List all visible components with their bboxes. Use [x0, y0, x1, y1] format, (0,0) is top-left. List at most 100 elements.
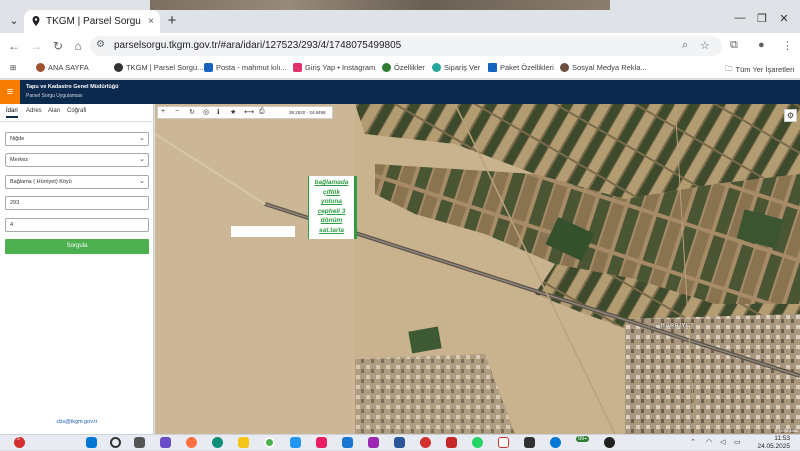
people-icon	[432, 63, 441, 72]
app-icon[interactable]	[316, 437, 327, 448]
reload-icon[interactable]: ↻	[50, 38, 66, 54]
zoom-in-icon[interactable]: +	[161, 108, 165, 115]
taskbar: 5 99+ ⌃ ◠ ◁ ▭ 11:53 24.05.2025	[0, 434, 800, 450]
minimize-icon[interactable]: —	[730, 12, 750, 24]
note-line: yoluna	[321, 198, 342, 205]
volume-icon[interactable]: ◁	[720, 438, 725, 446]
tab-adres[interactable]: Adres	[26, 108, 42, 114]
new-tab-button[interactable]: +	[165, 13, 179, 29]
bookmark-6[interactable]: Paket Özellikleri	[488, 63, 554, 72]
restore-icon[interactable]: ❐	[752, 12, 772, 25]
chevron-up-icon[interactable]: ⌃	[690, 438, 696, 446]
folder-icon: 🗀	[725, 64, 733, 73]
measure-icon[interactable]: ⟷	[244, 108, 254, 116]
zoom-icon[interactable]: ⌕	[682, 39, 688, 52]
map-view[interactable]: + − ↻ ◎ ℹ ★ ⟷ ⎙ 38.2520 - 34.8498 ⚙ bağl…	[155, 104, 800, 434]
bookmark-2[interactable]: Posta - mahmut kılı...	[204, 63, 287, 72]
province-value: Niğde	[10, 136, 25, 142]
bookmark-label: Posta - mahmut kılı...	[216, 63, 287, 72]
forward-icon[interactable]: →	[28, 38, 44, 54]
windows-start-icon[interactable]	[86, 437, 97, 448]
district-select[interactable]: Merkez ⌄	[5, 153, 149, 167]
province-select[interactable]: Niğde ⌄	[5, 132, 149, 146]
clock[interactable]: 11:53 24.05.2025	[757, 435, 790, 451]
teams-icon[interactable]	[550, 437, 561, 448]
search-icon[interactable]	[110, 437, 121, 448]
tab-close-icon[interactable]: ×	[148, 10, 154, 33]
neighborhood-select[interactable]: Bağlama ( Hürriyet) Köyü ⌄	[5, 175, 149, 189]
copilot-icon[interactable]	[160, 437, 171, 448]
hamburger-menu-icon[interactable]: ≡	[0, 80, 20, 104]
district-value: Merkez	[10, 157, 29, 163]
tab-cografi[interactable]: Coğrafi	[67, 108, 86, 114]
all-bookmarks[interactable]: 🗀 Tüm Yer İşaretleri	[725, 63, 794, 76]
query-panel: İdari Adres Alan Coğrafi Niğde ⌄ Merkez …	[0, 104, 154, 434]
app-icon[interactable]	[368, 437, 379, 448]
task-view-icon[interactable]	[134, 437, 145, 448]
address-bar[interactable]: ⚙ parselsorgu.tkgm.gov.tr/#ara/idari/127…	[90, 36, 722, 56]
print-icon[interactable]: ⎙	[259, 108, 265, 116]
bookmark-5[interactable]: Sipariş Ver	[432, 63, 480, 72]
site-info-icon[interactable]: ⚙	[96, 39, 105, 50]
chrome-icon[interactable]	[264, 437, 275, 448]
zoom-out-icon[interactable]: −	[175, 108, 179, 115]
bookmark-label: ANA SAYFA	[48, 63, 89, 72]
wifi-icon[interactable]: ◠	[706, 438, 712, 446]
locate-icon[interactable]: ◎	[203, 108, 209, 116]
package-icon	[488, 63, 497, 72]
back-icon[interactable]: ←	[6, 38, 22, 54]
note-line: dönüm	[320, 217, 343, 224]
firefox-icon[interactable]	[186, 437, 197, 448]
query-tabs: İdari Adres Alan Coğrafi	[0, 104, 154, 122]
extensions-icon[interactable]: ⧉	[730, 39, 738, 52]
bookmark-star-icon[interactable]: ☆	[700, 39, 710, 52]
file-explorer-icon[interactable]	[238, 437, 249, 448]
parcel-note[interactable]: bağlamada çiftlik yoluna cepheli 3 dönüm…	[308, 176, 357, 239]
home-icon[interactable]: ⌂	[70, 38, 86, 54]
bookmark-3[interactable]: Giriş Yap • Instagram	[293, 63, 375, 72]
village-label: HÜRRİYET	[661, 323, 695, 329]
browser-tab[interactable]: TKGM | Parsel Sorgu Uygulaması ×	[24, 10, 160, 33]
photos-icon[interactable]	[290, 437, 301, 448]
bookmark-0[interactable]: ANA SAYFA	[36, 63, 89, 72]
parcel-input[interactable]: 4	[5, 218, 149, 232]
app-icon[interactable]	[604, 437, 615, 448]
app-icon[interactable]	[524, 437, 535, 448]
bookmark-1[interactable]: TKGM | Parsel Sorgu...	[114, 63, 203, 72]
url-text[interactable]: parselsorgu.tkgm.gov.tr/#ara/idari/12752…	[114, 40, 401, 51]
query-button[interactable]: Sorgula	[5, 239, 149, 254]
contact-email-link[interactable]: cbs@tkgm.gov.tr	[0, 419, 154, 425]
mail-icon[interactable]	[342, 437, 353, 448]
yandex-icon[interactable]	[498, 437, 509, 448]
menu-dots-icon[interactable]: ⋮	[782, 39, 793, 52]
opera-icon[interactable]	[420, 437, 431, 448]
battery-icon[interactable]: ▭	[734, 438, 741, 446]
bookmark-4[interactable]: Özellikler	[382, 63, 425, 72]
close-window-icon[interactable]: ✕	[774, 12, 794, 25]
bookmark-label: Özellikler	[394, 63, 425, 72]
apps-grid-icon[interactable]: ⊞	[10, 63, 16, 72]
tab-alan[interactable]: Alan	[48, 108, 60, 114]
notification-count: 5	[17, 436, 20, 442]
note-line: cepheli 3	[317, 207, 346, 215]
bookmarks-bar: ⊞ ANA SAYFA TKGM | Parsel Sorgu... Posta…	[0, 59, 800, 79]
edge-icon[interactable]	[212, 437, 223, 448]
refresh-icon[interactable]: ↻	[189, 108, 195, 116]
app-icon[interactable]	[446, 437, 457, 448]
bookmark-7[interactable]: Sosyal Medya Rekla...	[560, 63, 647, 72]
whatsapp-icon[interactable]	[472, 437, 483, 448]
info-icon[interactable]: ℹ	[217, 108, 220, 116]
tab-idari[interactable]: İdari	[6, 108, 18, 118]
chevron-down-icon: ⌄	[139, 156, 145, 163]
star-icon[interactable]: ★	[230, 108, 236, 116]
map-pin-icon	[32, 16, 40, 26]
browser-tab-strip: ⌄ TKGM | Parsel Sorgu Uygulaması × + — ❐…	[0, 0, 800, 33]
note-line: bağlamada	[314, 179, 349, 186]
tab-search-icon[interactable]: ⌄	[6, 13, 22, 29]
block-input[interactable]: 293	[5, 196, 149, 210]
word-icon[interactable]	[394, 437, 405, 448]
gear-icon[interactable]: ⚙	[784, 109, 797, 122]
profile-icon[interactable]: ●	[758, 39, 765, 51]
tab-title: TKGM | Parsel Sorgu Uygulaması	[46, 16, 141, 27]
bookmark-label: TKGM | Parsel Sorgu...	[126, 63, 204, 72]
